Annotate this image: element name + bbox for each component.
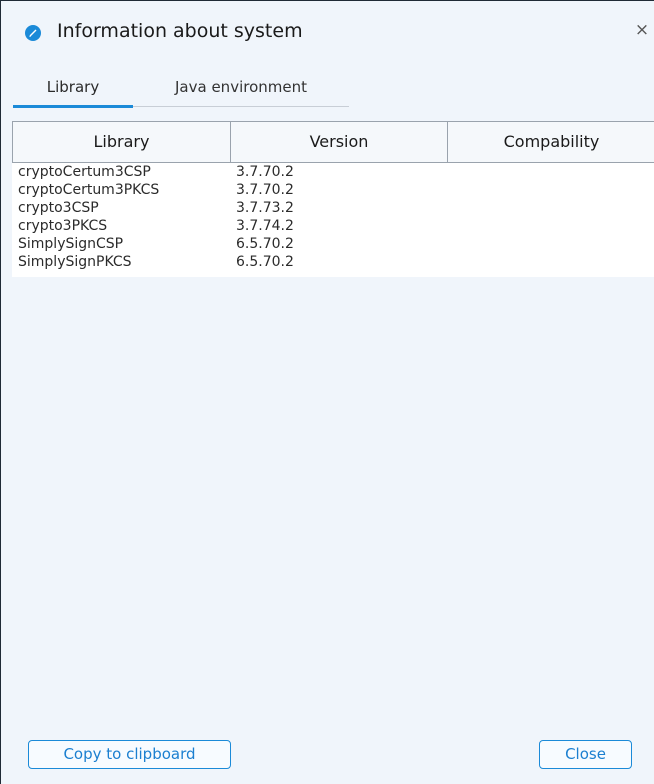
active-tab-indicator <box>13 105 133 108</box>
library-cell: crypto3CSP <box>18 200 99 216</box>
version-cell: 3.7.73.2 <box>236 200 294 216</box>
tab-java-environment[interactable]: Java environment <box>133 69 349 109</box>
column-header-library[interactable]: Library <box>12 122 231 162</box>
title-bar: Information about system × <box>1 1 654 61</box>
library-cell: cryptoCertum3CSP <box>18 164 151 180</box>
version-cell: 6.5.70.2 <box>236 254 294 270</box>
app-logo-icon <box>25 25 41 41</box>
window-title: Information about system <box>57 20 303 42</box>
close-icon[interactable]: × <box>633 19 651 41</box>
table-row[interactable]: crypto3CSP 3.7.73.2 <box>12 199 654 217</box>
version-cell: 3.7.70.2 <box>236 182 294 198</box>
table-header: Library Version Compability <box>12 121 654 163</box>
tab-library[interactable]: Library <box>13 69 133 109</box>
version-cell: 3.7.70.2 <box>236 164 294 180</box>
close-button[interactable]: Close <box>539 740 632 769</box>
tab-bar: Library Java environment <box>13 69 349 109</box>
library-table: Library Version Compability cryptoCertum… <box>12 121 654 277</box>
table-body: cryptoCertum3CSP 3.7.70.2 cryptoCertum3P… <box>12 163 654 277</box>
column-header-version[interactable]: Version <box>231 122 448 162</box>
table-row[interactable]: SimplySignCSP 6.5.70.2 <box>12 235 654 253</box>
version-cell: 3.7.74.2 <box>236 218 294 234</box>
tab-divider <box>133 106 349 107</box>
library-cell: SimplySignCSP <box>18 236 124 252</box>
version-cell: 6.5.70.2 <box>236 236 294 252</box>
table-row[interactable]: crypto3PKCS 3.7.74.2 <box>12 217 654 235</box>
library-cell: SimplySignPKCS <box>18 254 132 270</box>
table-row[interactable]: cryptoCertum3PKCS 3.7.70.2 <box>12 181 654 199</box>
library-cell: cryptoCertum3PKCS <box>18 182 160 198</box>
table-row[interactable]: cryptoCertum3CSP 3.7.70.2 <box>12 163 654 181</box>
system-info-dialog: Information about system × Library Java … <box>0 0 654 784</box>
library-cell: crypto3PKCS <box>18 218 108 234</box>
copy-to-clipboard-button[interactable]: Copy to clipboard <box>28 740 231 769</box>
table-row[interactable]: SimplySignPKCS 6.5.70.2 <box>12 253 654 271</box>
column-header-compability[interactable]: Compability <box>448 122 654 162</box>
